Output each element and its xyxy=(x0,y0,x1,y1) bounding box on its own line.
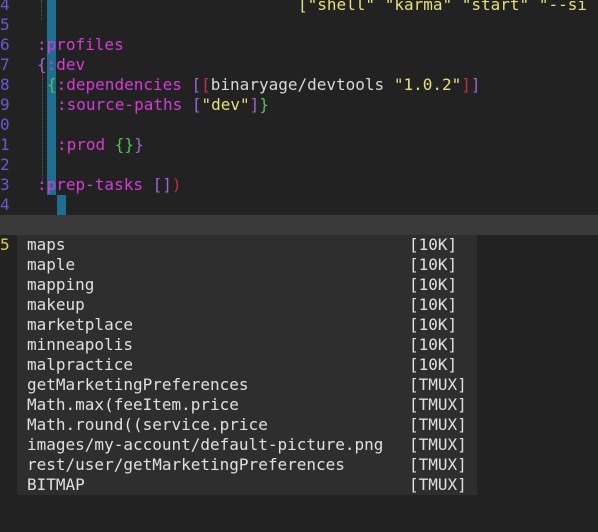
completion-item[interactable]: maple [10K] xyxy=(17,255,477,275)
completion-word: marketplace xyxy=(27,315,133,334)
completion-popup[interactable]: maps [10K] maple [10K] mapping [10K] makeup [10… xyxy=(17,235,477,495)
code-line[interactable]: 6 :profiles xyxy=(0,35,598,55)
current-line[interactable]: 5 (map) xyxy=(0,215,598,294)
code-token: ] xyxy=(461,75,471,94)
code-token: [] xyxy=(152,175,172,194)
line-number: 5 xyxy=(0,235,10,254)
completion-word: images/my-account/default-picture.png xyxy=(27,435,384,454)
completion-word: BITMAP xyxy=(27,475,85,494)
completion-item[interactable]: images/my-account/default-picture.png [TM… xyxy=(17,435,477,455)
completion-item[interactable]: rest/user/getMarketingPreferences [TMUX] xyxy=(17,455,477,475)
code-line[interactable]: 1 :prod {}} xyxy=(0,135,598,155)
completion-word: makeup xyxy=(27,295,85,314)
completion-source: [TMUX] xyxy=(409,475,467,494)
line-number: 3 xyxy=(0,175,10,194)
code-line[interactable]: 3 :prep-tasks []) xyxy=(0,175,598,195)
completion-item[interactable]: Math.round((service.price [TMUX] xyxy=(17,415,477,435)
completion-source: [TMUX] xyxy=(409,455,467,474)
completion-item[interactable]: marketplace [10K] xyxy=(17,315,477,335)
completion-source: [10K] xyxy=(409,295,458,314)
code-line[interactable]: 4 xyxy=(0,195,598,215)
line-number: 0 xyxy=(0,115,10,134)
code-line[interactable]: 5 xyxy=(0,15,598,35)
completion-source: [10K] xyxy=(409,235,458,254)
completion-item[interactable]: malpractice [10K] xyxy=(17,355,477,375)
code-token: :prep-tasks xyxy=(37,175,153,194)
code-line[interactable]: 4 ["shell" "karma" "start" "--si xyxy=(0,0,598,15)
code-token: [ xyxy=(191,75,202,94)
line-number: 4 xyxy=(0,195,10,214)
line-number: 9 xyxy=(0,95,10,114)
line-number: 6 xyxy=(0,35,10,54)
code-token: ) xyxy=(171,175,182,194)
completion-item[interactable]: Math.max(feeItem.price [TMUX] xyxy=(17,395,477,415)
completion-source: [TMUX] xyxy=(409,375,467,394)
code-line[interactable]: 2 xyxy=(0,155,598,175)
code-token: ] xyxy=(249,95,260,114)
code-token: :prod xyxy=(57,135,115,154)
completion-word: getMarketingPreferences xyxy=(27,375,249,394)
line-number: 5 xyxy=(0,15,10,34)
completion-word: malpractice xyxy=(27,355,133,374)
completion-word: rest/user/getMarketingPreferences xyxy=(27,455,345,474)
completion-source: [10K] xyxy=(409,255,458,274)
code-line[interactable]: 7 {:dev xyxy=(0,55,598,75)
completion-source: [TMUX] xyxy=(409,415,467,434)
code-token: ["shell" "karma" "start" "--si xyxy=(298,0,587,14)
completion-item[interactable]: makeup [10K] xyxy=(17,295,477,315)
code-token: } xyxy=(259,95,269,114)
code-editor[interactable]: 4 ["shell" "karma" "start" "--si 5 6:profil… xyxy=(0,0,598,532)
completion-item[interactable]: mapping [10K] xyxy=(17,275,477,295)
completion-word: mapping xyxy=(27,275,95,294)
completion-source: [TMUX] xyxy=(409,435,467,454)
code-token: :profiles xyxy=(37,35,124,54)
code-line[interactable]: 8 {:dependencies [[binaryage/devtools "1.… xyxy=(0,75,598,95)
line-number: 4 xyxy=(0,0,10,14)
completion-word: Math.round((service.price xyxy=(27,415,268,434)
line-number: 7 xyxy=(0,55,10,74)
code-line[interactable]: 9 :source-paths ["dev"]} xyxy=(0,95,598,115)
line-number: 8 xyxy=(0,75,10,94)
completion-word: Math.max(feeItem.price xyxy=(27,395,239,414)
completion-word: maps xyxy=(27,235,66,254)
code-token: [ xyxy=(191,95,202,114)
code-token: :dev xyxy=(46,55,86,74)
completion-item[interactable]: minneapolis [10K] xyxy=(17,335,477,355)
completion-source: [10K] xyxy=(409,355,458,374)
completion-source: [10K] xyxy=(409,275,458,294)
code-token: :dependencies xyxy=(56,75,192,94)
completion-source: [10K] xyxy=(409,335,458,354)
line-number: 2 xyxy=(0,155,10,174)
completion-item[interactable]: maps [10K] xyxy=(17,235,477,255)
code-line[interactable]: 0 xyxy=(0,115,598,135)
code-token: {} xyxy=(114,135,135,154)
line-number: 1 xyxy=(0,135,10,154)
completion-source: [10K] xyxy=(409,315,458,334)
code-token: "1.0.2" xyxy=(393,75,462,94)
completion-word: minneapolis xyxy=(27,335,133,354)
code-token: binaryage/devtools xyxy=(210,75,394,94)
completion-item[interactable]: getMarketingPreferences [TMUX] xyxy=(17,375,477,395)
code-token: { xyxy=(47,75,57,94)
code-token: { xyxy=(37,55,47,74)
completion-item[interactable]: BITMAP [TMUX] xyxy=(17,475,477,495)
code-token: :source-paths xyxy=(57,95,192,114)
completion-word: maple xyxy=(27,255,76,274)
code-token: ] xyxy=(470,75,481,94)
code-token: [ xyxy=(201,75,211,94)
completion-source: [TMUX] xyxy=(409,395,467,414)
code-token: "dev" xyxy=(201,95,250,114)
code-token: } xyxy=(134,135,144,154)
